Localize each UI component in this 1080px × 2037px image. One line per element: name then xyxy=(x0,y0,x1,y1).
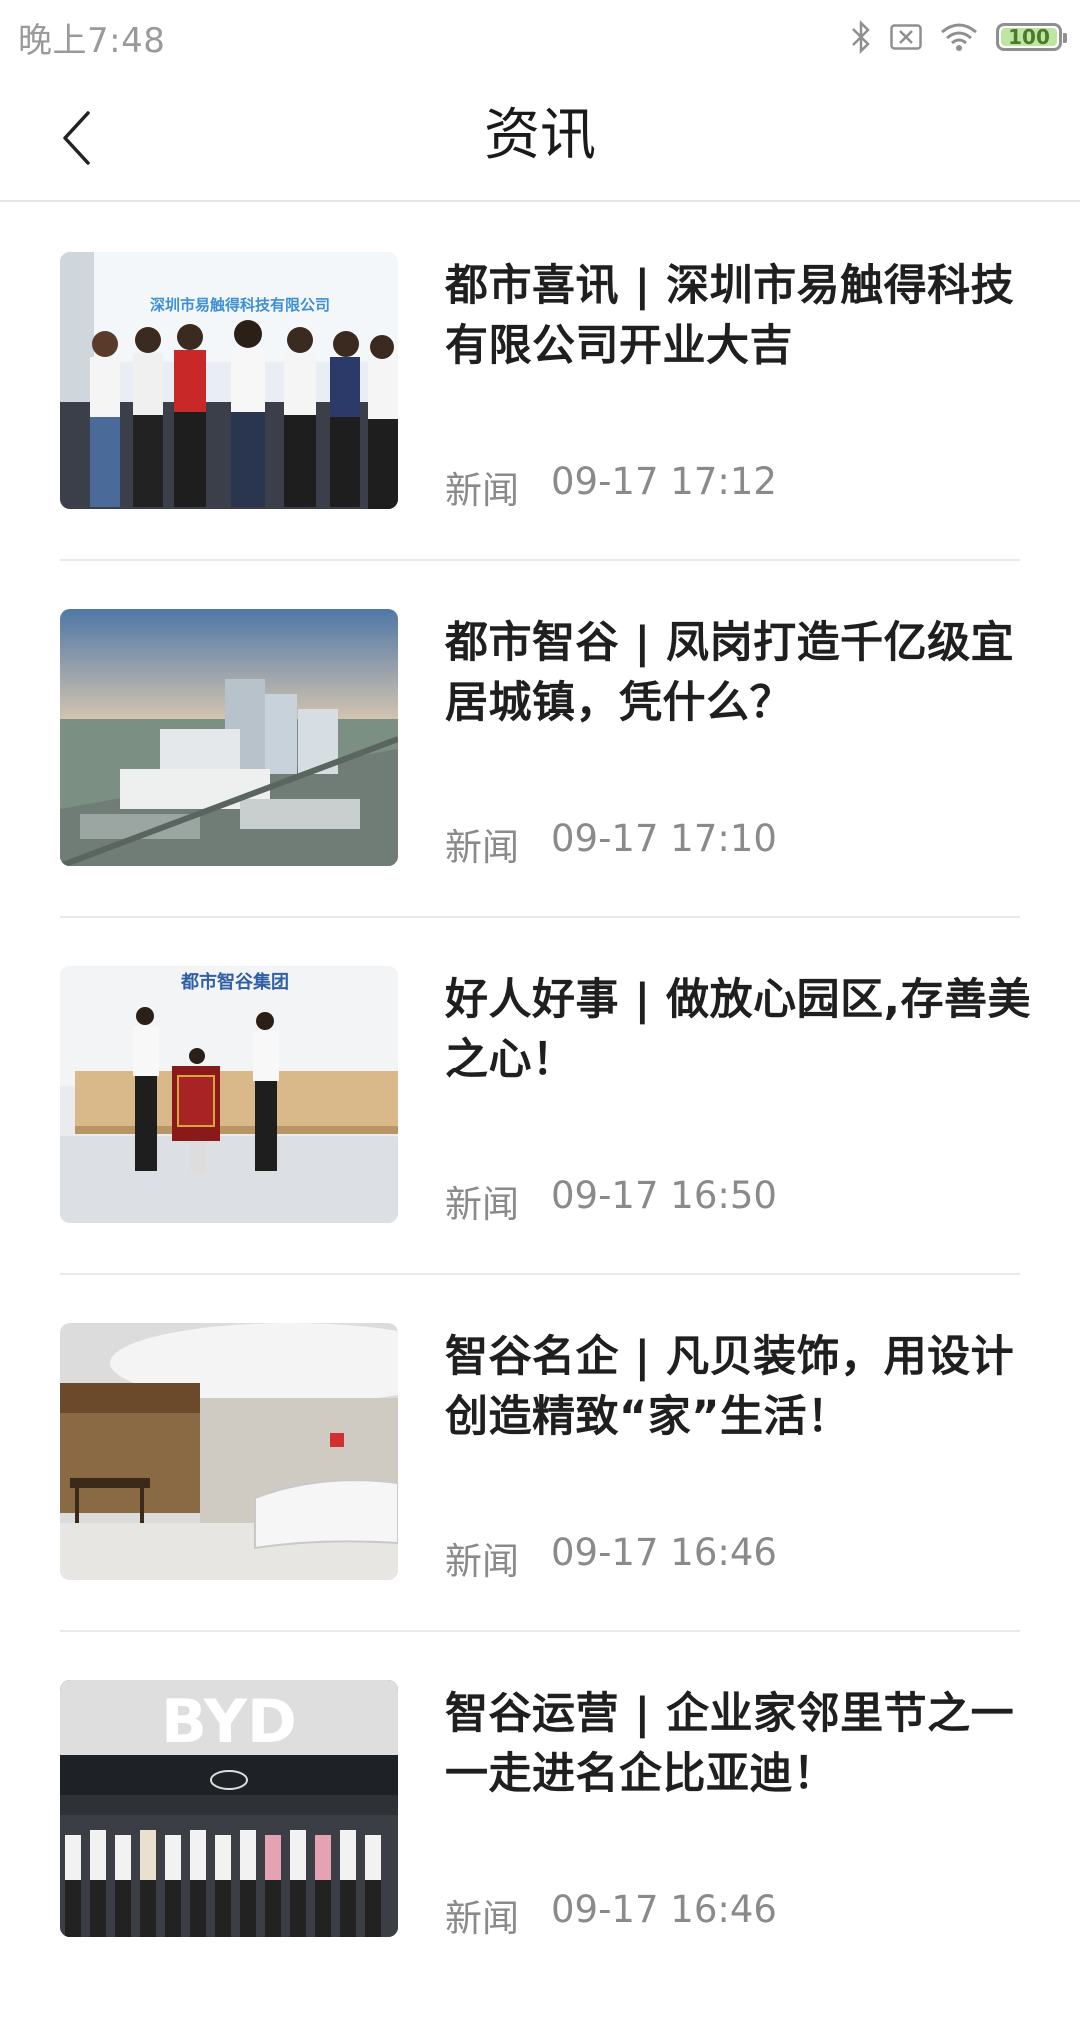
divider xyxy=(60,559,1020,561)
news-meta: 新闻 09-17 17:10 xyxy=(445,817,777,871)
news-title: 都市喜讯 | 深圳市易触得科技有限公司开业大吉 xyxy=(445,261,1015,371)
nav-bar: 资讯 xyxy=(0,74,1080,202)
news-thumbnail: BYD xyxy=(60,1680,398,1937)
news-time: 09-17 16:46 xyxy=(551,1888,777,1931)
wifi-icon xyxy=(941,23,977,51)
divider xyxy=(60,1630,1020,1632)
news-time: 09-17 17:12 xyxy=(551,460,777,503)
status-time: 晚上7:48 xyxy=(18,20,166,61)
status-bar: 晚上7:48 100 xyxy=(0,0,1080,74)
thumb-sign-text: 深圳市易触得科技有限公司 xyxy=(150,296,330,314)
news-title: 智谷名企 | 凡贝装饰，用设计创造精致“家”生活！ xyxy=(445,1332,1015,1442)
news-time: 09-17 16:50 xyxy=(551,1174,777,1217)
news-time: 09-17 16:46 xyxy=(551,1531,777,1574)
news-list: 深圳市易触得科技有限公司 都市喜讯 | 深圳市易触得科技有限公司开业大吉 新闻 … xyxy=(60,252,1030,2037)
thumb-sign-text: 都市智谷集团 xyxy=(180,971,289,993)
bluetooth-icon xyxy=(852,20,870,54)
news-thumbnail xyxy=(60,609,398,866)
divider xyxy=(60,916,1020,918)
news-meta: 新闻 09-17 16:50 xyxy=(445,1174,777,1228)
news-meta: 新闻 09-17 17:12 xyxy=(445,460,777,514)
news-meta: 新闻 09-17 16:46 xyxy=(445,1531,777,1585)
divider xyxy=(60,1273,1020,1275)
news-category: 新闻 xyxy=(445,1897,519,1940)
battery-level: 100 xyxy=(1008,25,1050,49)
news-category: 新闻 xyxy=(445,1183,519,1226)
battery-icon: 100 xyxy=(996,23,1067,51)
news-meta: 新闻 09-17 16:46 xyxy=(445,1888,777,1942)
news-thumbnail xyxy=(60,1323,398,1580)
news-time: 09-17 17:10 xyxy=(551,817,777,860)
news-item[interactable]: BYD 智谷运营 | 企业家邻里节之一一走进名企比亚迪！ 新闻 09-17 16… xyxy=(60,1680,1020,2037)
news-title: 智谷运营 | 企业家邻里节之一一走进名企比亚迪！ xyxy=(445,1689,1015,1799)
news-thumbnail: 深圳市易触得科技有限公司 xyxy=(60,252,398,509)
news-thumbnail: 都市智谷集团 xyxy=(60,966,398,1223)
news-category: 新闻 xyxy=(445,1540,519,1583)
news-title: 都市智谷 | 凤岗打造千亿级宜居城镇，凭什么？ xyxy=(445,618,1015,728)
thumb-sign-text: BYD xyxy=(161,1687,297,1757)
news-category: 新闻 xyxy=(445,826,519,869)
news-item[interactable]: 都市智谷集团 好人好事 | 做放心园区,存善美之心！ 新闻 09-17 16:5… xyxy=(60,966,1030,1323)
news-category: 新闻 xyxy=(445,469,519,512)
sim-blocked-icon xyxy=(890,24,922,50)
news-item[interactable]: 都市智谷 | 凤岗打造千亿级宜居城镇，凭什么？ 新闻 09-17 17:10 xyxy=(60,609,1020,966)
news-item[interactable]: 智谷名企 | 凡贝装饰，用设计创造精致“家”生活！ 新闻 09-17 16:46 xyxy=(60,1323,1020,1680)
status-icons: 100 xyxy=(850,20,1067,54)
news-item[interactable]: 深圳市易触得科技有限公司 都市喜讯 | 深圳市易触得科技有限公司开业大吉 新闻 … xyxy=(60,252,1020,609)
page-title: 资讯 xyxy=(484,103,596,168)
news-title: 好人好事 | 做放心园区,存善美之心！ xyxy=(445,975,1031,1085)
